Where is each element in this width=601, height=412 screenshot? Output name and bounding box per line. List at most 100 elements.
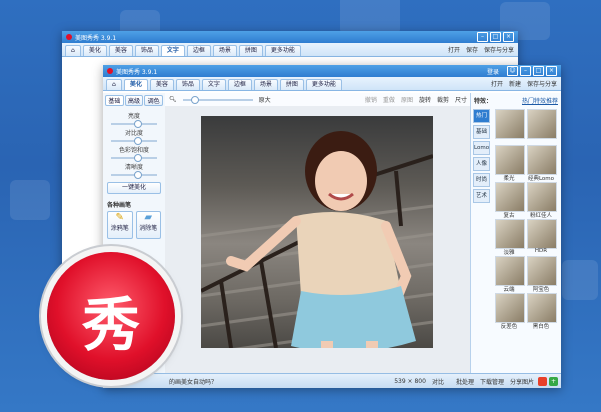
tab-7[interactable]: 更多功能 <box>305 79 342 90</box>
actual-size-button[interactable]: 原大 <box>259 95 271 104</box>
close-icon[interactable]: × <box>503 32 514 42</box>
effects-title: 特效： <box>474 98 493 105</box>
slider-label-brightness: 亮度 <box>127 113 140 120</box>
tab-3[interactable]: 文字 <box>201 79 226 90</box>
effect-label: 阿宝色 <box>532 287 550 293</box>
hot-effects-link[interactable]: 热门特效推荐 <box>522 96 558 105</box>
pencil-icon: ✎ <box>115 212 124 223</box>
category-basic[interactable]: 基础 <box>473 125 490 139</box>
category-lomo[interactable]: Lomo <box>473 141 490 155</box>
tab-4[interactable]: 边框 <box>186 45 211 56</box>
tab-3[interactable]: 文字 <box>160 45 185 56</box>
category-portrait[interactable]: 人像 <box>473 157 490 171</box>
tab-1[interactable]: 美容 <box>149 79 174 90</box>
resize-button[interactable]: 尺寸 <box>455 95 467 104</box>
compare-button[interactable]: 对比 <box>432 377 444 386</box>
effect-thumb[interactable] <box>527 145 557 175</box>
photo-illustration <box>201 131 433 348</box>
effect-thumb[interactable] <box>495 109 525 139</box>
back-share-button[interactable]: 保存与分享 <box>484 45 514 54</box>
tab-0[interactable]: 美化 <box>123 79 148 90</box>
contrast-slider[interactable] <box>111 137 157 145</box>
share-image-button[interactable]: 分享图片 <box>510 377 534 386</box>
effect-thumb[interactable] <box>527 256 557 286</box>
tab-0[interactable]: 美化 <box>82 45 107 56</box>
doodle-pen-tool[interactable]: ✎ 涂鸦笔 <box>107 211 133 239</box>
brightness-slider[interactable] <box>111 120 157 128</box>
eraser-tool[interactable]: ▰ 消除笔 <box>135 211 161 239</box>
maximize-icon[interactable]: □ <box>533 66 544 76</box>
prompt-text[interactable]: 的画美女自动吗？ <box>169 377 217 386</box>
effect-thumb[interactable] <box>527 293 557 323</box>
app-icon <box>107 68 113 74</box>
image-toolbar: 🔍︎ 原大 撤销 重做 原图 旋转 裁剪 尺寸 <box>165 93 471 107</box>
zoom-slider[interactable] <box>182 95 253 104</box>
effect-label: 反差色 <box>500 324 518 330</box>
crop-button[interactable]: 裁剪 <box>437 95 449 104</box>
save-share-button[interactable]: 保存与分享 <box>527 79 557 88</box>
close-icon[interactable]: × <box>546 66 557 76</box>
batch-button[interactable]: 批处理 <box>456 377 474 386</box>
tab-6[interactable]: 拼图 <box>238 45 263 56</box>
category-hot[interactable]: 热门 <box>473 109 490 123</box>
saturation-slider[interactable] <box>111 154 157 162</box>
one-click-beautify-button[interactable]: 一键美化 <box>107 182 161 194</box>
tab-7[interactable]: 更多功能 <box>264 45 301 56</box>
slider-label-contrast: 对比度 <box>124 130 143 137</box>
front-window-title: 美图秀秀 3.9.1 <box>116 68 158 76</box>
app-icon <box>66 34 72 40</box>
tab-4[interactable]: 边框 <box>227 79 252 90</box>
tab-1[interactable]: 美容 <box>108 45 133 56</box>
effect-thumb[interactable] <box>527 219 557 249</box>
tab-2[interactable]: 饰品 <box>134 45 159 56</box>
back-window-titlebar: 美图秀秀 3.9.1 – □ × <box>62 31 518 43</box>
effect-thumb[interactable] <box>527 182 557 212</box>
category-fashion[interactable]: 时尚 <box>473 173 490 187</box>
background-icon <box>340 0 400 35</box>
eraser-icon: ▰ <box>144 212 153 223</box>
minimize-icon[interactable]: – <box>520 66 531 76</box>
rotate-button[interactable]: 旋转 <box>419 95 431 104</box>
effect-thumb[interactable] <box>495 219 525 249</box>
effect-thumb[interactable] <box>495 145 525 175</box>
tab-2[interactable]: 饰品 <box>175 79 200 90</box>
effect-thumb[interactable] <box>495 182 525 212</box>
minimize-icon[interactable]: – <box>477 32 488 42</box>
open-button[interactable]: 打开 <box>491 79 503 88</box>
new-button[interactable]: 新建 <box>509 79 521 88</box>
background-icon <box>562 260 598 300</box>
effect-label: 粉红佳人 <box>529 213 552 219</box>
sidebar-tab-basic[interactable]: 基础 <box>105 95 124 106</box>
back-save-button[interactable]: 保存 <box>466 45 478 54</box>
effect-thumb[interactable] <box>527 109 557 139</box>
add-icon[interactable]: + <box>549 376 558 386</box>
original-button[interactable]: 原图 <box>401 95 413 104</box>
home-tab[interactable]: ⌂ <box>106 79 122 90</box>
image-canvas[interactable] <box>165 106 471 374</box>
tab-6[interactable]: 拼图 <box>279 79 304 90</box>
maximize-icon[interactable]: □ <box>490 32 501 42</box>
tab-5[interactable]: 场景 <box>212 45 237 56</box>
sidebar-tab-color[interactable]: 调色 <box>144 95 164 106</box>
undo-button[interactable]: 撤销 <box>365 95 377 104</box>
meitu-logo: 秀 <box>47 252 175 380</box>
redo-button[interactable]: 重做 <box>383 95 395 104</box>
sidebar-tab-advanced[interactable]: 高级 <box>124 95 144 106</box>
zoom-icon[interactable]: 🔍︎ <box>169 96 177 103</box>
effect-thumb[interactable] <box>495 293 525 323</box>
sharpness-slider[interactable] <box>111 171 157 179</box>
weibo-icon[interactable] <box>538 376 547 386</box>
effect-thumb[interactable] <box>495 256 525 286</box>
tab-5[interactable]: 场景 <box>253 79 278 90</box>
back-window-tabs: ⌂ 美化 美容 饰品 文字 边框 场景 拼图 更多功能 打开 保存 保存与分享 <box>62 43 518 57</box>
slider-label-saturation: 色彩饱和度 <box>118 147 149 154</box>
download-manager-button[interactable]: 下载管理 <box>480 377 504 386</box>
skin-icon[interactable]: ☺ <box>507 66 518 76</box>
login-link[interactable]: 登录 <box>487 67 499 76</box>
front-window-titlebar: 美图秀秀 3.9.1 登录 ☺ – □ × <box>103 65 561 77</box>
category-art[interactable]: 艺术 <box>473 189 490 203</box>
home-tab[interactable]: ⌂ <box>65 45 81 56</box>
back-open-button[interactable]: 打开 <box>448 45 460 54</box>
front-window-tabs: ⌂ 美化 美容 饰品 文字 边框 场景 拼图 更多功能 打开 新建 保存与分享 <box>103 77 561 91</box>
eraser-label: 消除笔 <box>139 225 158 232</box>
